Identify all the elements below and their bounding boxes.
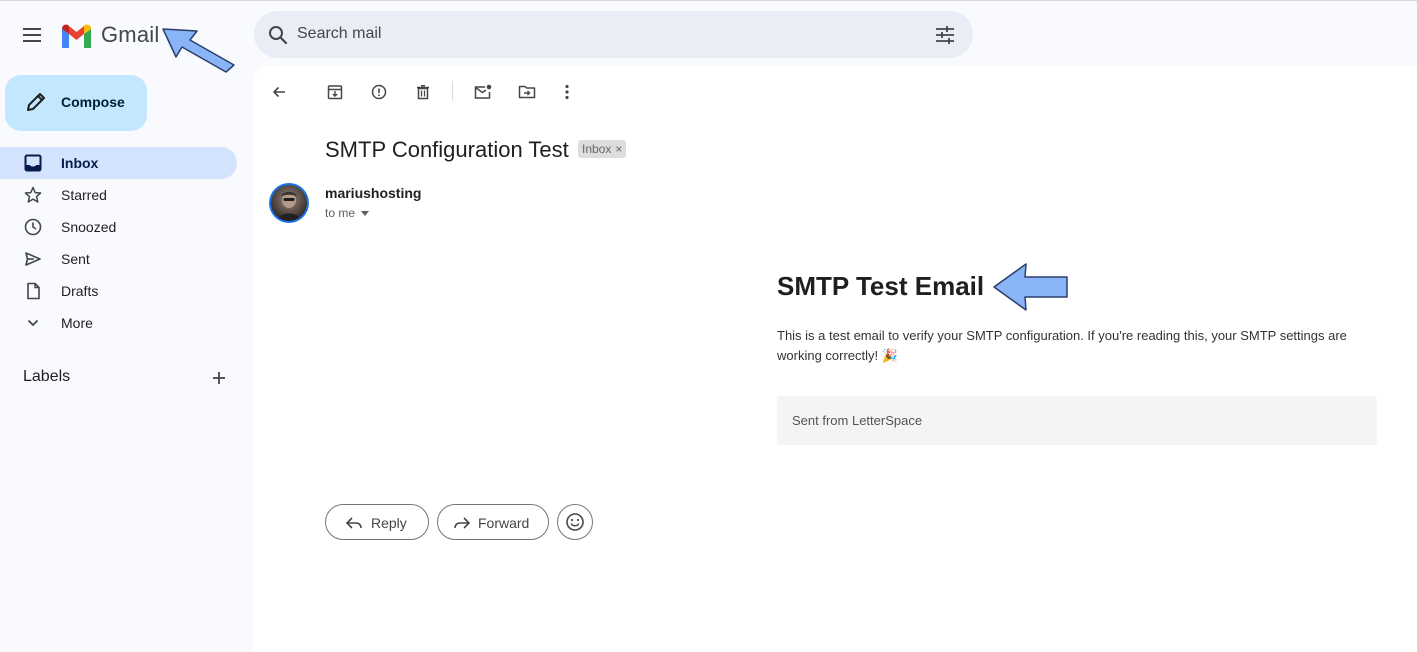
sidebar-item-label: More	[61, 315, 93, 331]
sidebar-item-sent[interactable]: Sent	[0, 243, 237, 275]
forward-label: Forward	[478, 515, 530, 531]
main-menu-button[interactable]	[16, 18, 50, 52]
caret-down-icon	[361, 210, 370, 216]
trash-icon	[417, 85, 429, 100]
chevron-down-icon	[23, 313, 43, 333]
remove-label-icon[interactable]: ×	[615, 142, 622, 156]
sidebar-item-label: Drafts	[61, 283, 99, 299]
gmail-m-icon	[62, 24, 91, 48]
callout-arrow-icon	[162, 28, 235, 73]
sidebar-item-inbox[interactable]: Inbox	[0, 147, 237, 179]
gmail-logo[interactable]: Gmail	[60, 19, 159, 51]
email-footer: Sent from LetterSpace	[777, 396, 1377, 445]
avatar-photo	[271, 185, 307, 221]
chip-label: Inbox	[582, 142, 612, 156]
move-to-button[interactable]	[515, 80, 539, 104]
move-to-folder-icon	[518, 85, 536, 99]
more-vert-icon	[565, 84, 569, 100]
send-icon	[23, 249, 43, 269]
search-options-icon[interactable]	[933, 23, 957, 47]
sidebar-item-more[interactable]: More	[0, 307, 237, 339]
inbox-label-chip[interactable]: Inbox ×	[578, 140, 627, 158]
sidebar-item-label: Starred	[61, 187, 107, 203]
search-bar[interactable]	[254, 11, 973, 58]
mark-unread-button[interactable]	[471, 80, 495, 104]
labels-heading: Labels	[23, 368, 71, 385]
avatar[interactable]	[269, 183, 309, 223]
inbox-icon	[23, 153, 43, 173]
plus-icon	[213, 372, 225, 384]
reply-button[interactable]: Reply	[325, 504, 429, 540]
search-input[interactable]	[297, 21, 897, 47]
compose-button[interactable]: Compose	[5, 75, 147, 131]
compose-label: Compose	[61, 94, 125, 110]
email-body-heading: SMTP Test Email	[777, 271, 985, 301]
emoji-icon	[566, 513, 584, 531]
forward-button[interactable]: Forward	[437, 504, 549, 540]
search-icon[interactable]	[266, 23, 290, 47]
sidebar-nav: Inbox Starred Snoozed Sent Drafts More	[0, 147, 237, 339]
create-label-button[interactable]	[206, 365, 232, 391]
email-body-text: This is a test email to verify your SMTP…	[777, 328, 1347, 363]
mark-unread-icon	[474, 84, 492, 99]
sidebar-item-label: Snoozed	[61, 219, 117, 235]
message-panel: SMTP Configuration Test Inbox × mariusho…	[253, 66, 1417, 652]
hamburger-menu-icon	[23, 28, 41, 42]
back-button[interactable]	[267, 80, 291, 104]
email-subject: SMTP Configuration Test	[325, 137, 569, 162]
forward-icon	[454, 517, 471, 529]
clock-icon	[23, 217, 43, 237]
sidebar-item-starred[interactable]: Starred	[0, 179, 237, 211]
star-icon	[23, 185, 43, 205]
reply-label: Reply	[371, 515, 407, 531]
arrow-back-icon	[272, 86, 285, 98]
toolbar-divider	[452, 81, 453, 101]
gmail-wordmark: Gmail	[101, 22, 160, 47]
emoji-reaction-button[interactable]	[557, 504, 593, 540]
report-spam-icon	[371, 84, 387, 100]
archive-icon	[327, 85, 343, 100]
pencil-icon	[27, 93, 45, 111]
sidebar-item-snoozed[interactable]: Snoozed	[0, 211, 237, 243]
reply-icon	[345, 517, 362, 529]
sidebar-item-label: Inbox	[61, 155, 99, 171]
email-footer-text: Sent from LetterSpace	[792, 413, 923, 428]
sidebar-item-label: Sent	[61, 251, 90, 267]
draft-icon	[23, 281, 43, 301]
callout-arrow-icon	[993, 263, 1068, 311]
sender-name[interactable]: mariushosting	[325, 185, 421, 201]
more-options-button[interactable]	[555, 80, 579, 104]
sidebar-item-drafts[interactable]: Drafts	[0, 275, 237, 307]
recipient-label: to me	[325, 206, 356, 220]
delete-button[interactable]	[411, 80, 435, 104]
archive-button[interactable]	[323, 80, 347, 104]
recipient-details[interactable]: to me	[325, 206, 370, 220]
report-spam-button[interactable]	[367, 80, 391, 104]
